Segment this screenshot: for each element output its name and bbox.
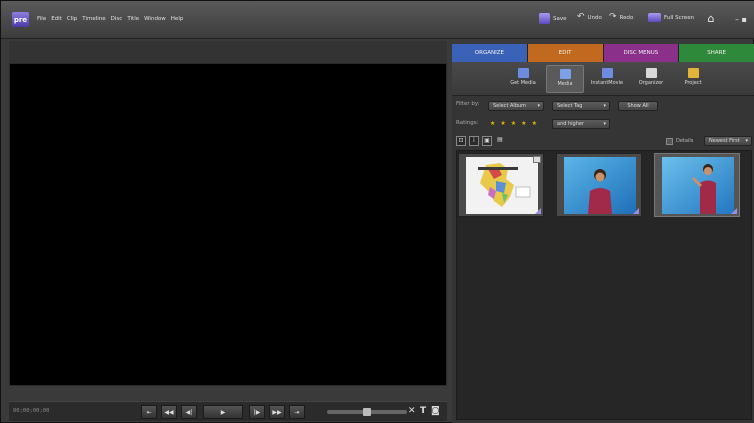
transport-controls: 00;00;00;00 ⇤ ◀◀ ◀| ▶ |▶ ▶▶ ⇥ ✕ T ◙ bbox=[9, 401, 447, 421]
view-toolbar: ⊡ i ▣ ▤ Details Newest First bbox=[452, 134, 754, 148]
play-icon[interactable]: ▶ bbox=[203, 405, 243, 419]
instant-movie-icon bbox=[601, 68, 613, 78]
details-label: Details bbox=[676, 138, 694, 144]
menu-disc[interactable]: Disc bbox=[111, 16, 123, 22]
subtab-project[interactable]: Project bbox=[674, 65, 712, 93]
menu-title[interactable]: Title bbox=[127, 16, 139, 22]
menu-timeline[interactable]: Timeline bbox=[82, 16, 105, 22]
list-view-icon[interactable]: ▤ bbox=[495, 136, 505, 146]
resize-corner-icon bbox=[633, 208, 639, 214]
menu-window[interactable]: Window bbox=[144, 16, 166, 22]
star-icon[interactable]: ★ bbox=[521, 120, 526, 127]
rating-comparison-dropdown[interactable]: and higher bbox=[552, 119, 610, 129]
save-button[interactable]: Save bbox=[539, 13, 567, 24]
go-to-next-edit-icon[interactable]: ⇥ bbox=[289, 405, 305, 419]
workspace-tabs: ORGANIZE EDIT DISC MENUS SHARE bbox=[452, 44, 754, 62]
organize-subtabs: Get Media Media InstantMovie Organizer P… bbox=[452, 62, 754, 96]
film-icon bbox=[517, 68, 529, 78]
details-checkbox[interactable] bbox=[666, 138, 673, 145]
resize-corner-icon bbox=[535, 208, 541, 214]
album-dropdown[interactable]: Select Album bbox=[488, 101, 544, 111]
star-icon[interactable]: ★ bbox=[532, 120, 537, 127]
full-screen-icon bbox=[648, 13, 661, 22]
rating-stars[interactable]: ★ ★ ★ ★ ★ bbox=[490, 120, 537, 127]
filter-by-label: Filter by: bbox=[456, 101, 480, 107]
tab-edit[interactable]: EDIT bbox=[527, 44, 604, 62]
fast-forward-icon[interactable]: ▶▶ bbox=[269, 405, 285, 419]
menu-help[interactable]: Help bbox=[171, 16, 184, 22]
freeze-frame-icon[interactable]: ◙ bbox=[431, 406, 440, 416]
thumbnail-view-icon[interactable]: ▣ bbox=[482, 136, 492, 146]
redo-icon: ↷ bbox=[609, 12, 617, 22]
star-icon[interactable]: ★ bbox=[490, 120, 495, 127]
app-window: pre File Edit Clip Timeline Disc Title W… bbox=[0, 0, 754, 423]
media-thumbnail[interactable] bbox=[458, 153, 544, 217]
sort-dropdown[interactable]: Newest First bbox=[704, 136, 752, 146]
full-screen-button[interactable]: Full Screen bbox=[648, 13, 694, 22]
tab-organize[interactable]: ORGANIZE bbox=[452, 44, 528, 62]
subtab-instant-movie[interactable]: InstantMovie bbox=[588, 65, 626, 93]
title-bar: pre File Edit Clip Timeline Disc Title W… bbox=[1, 1, 754, 39]
tab-share[interactable]: SHARE bbox=[679, 44, 754, 62]
tab-disc-menus[interactable]: DISC MENUS bbox=[603, 44, 680, 62]
menu-bar: File Edit Clip Timeline Disc Title Windo… bbox=[37, 16, 183, 22]
info-icon[interactable]: i bbox=[469, 136, 479, 146]
monitor-preview[interactable] bbox=[9, 63, 447, 386]
split-clip-icon[interactable]: ✕ bbox=[408, 406, 416, 416]
save-icon bbox=[539, 13, 550, 24]
show-all-button[interactable]: Show All bbox=[618, 101, 658, 111]
image-type-icon bbox=[533, 156, 541, 163]
menu-edit[interactable]: Edit bbox=[51, 16, 62, 22]
folder-icon bbox=[687, 68, 699, 78]
step-back-icon[interactable]: ◀| bbox=[181, 405, 197, 419]
select-all-icon[interactable]: ⊡ bbox=[456, 136, 466, 146]
title-icon[interactable]: T bbox=[420, 406, 426, 416]
subtab-media[interactable]: Media bbox=[546, 65, 584, 93]
resize-corner-icon bbox=[731, 208, 737, 214]
rewind-icon[interactable]: ◀◀ bbox=[161, 405, 177, 419]
video-thumbnail-image bbox=[662, 157, 734, 214]
tag-dropdown[interactable]: Select Tag bbox=[552, 101, 610, 111]
media-thumbnail[interactable] bbox=[556, 153, 642, 217]
shuttle-slider[interactable] bbox=[327, 408, 407, 416]
undo-button[interactable]: ↶ Undo bbox=[577, 13, 602, 22]
go-to-previous-edit-icon[interactable]: ⇤ bbox=[141, 405, 157, 419]
star-icon[interactable]: ★ bbox=[511, 120, 516, 127]
step-forward-icon[interactable]: |▶ bbox=[249, 405, 265, 419]
subtab-get-media[interactable]: Get Media bbox=[504, 65, 542, 93]
monitor-header bbox=[9, 41, 447, 63]
star-icon[interactable]: ★ bbox=[500, 120, 505, 127]
minimize-icon[interactable]: – ▪ bbox=[735, 15, 747, 24]
timecode-display: 00;00;00;00 bbox=[13, 408, 50, 414]
media-grid bbox=[456, 150, 752, 420]
organizer-icon bbox=[645, 68, 657, 78]
media-thumbnail[interactable] bbox=[654, 153, 740, 217]
ratings-label: Ratings: bbox=[456, 120, 479, 126]
redo-button[interactable]: ↷ Redo bbox=[609, 13, 633, 22]
map-thumbnail-image bbox=[466, 157, 538, 214]
video-thumbnail-image bbox=[564, 157, 636, 214]
undo-icon: ↶ bbox=[577, 12, 585, 22]
subtab-organizer[interactable]: Organizer bbox=[632, 65, 670, 93]
menu-clip[interactable]: Clip bbox=[67, 16, 77, 22]
home-icon[interactable]: ⌂ bbox=[705, 13, 717, 25]
task-panel: ORGANIZE EDIT DISC MENUS SHARE Get Media… bbox=[452, 44, 754, 423]
menu-file[interactable]: File bbox=[37, 16, 46, 22]
shuttle-knob[interactable] bbox=[363, 408, 371, 416]
premiere-elements-logo: pre bbox=[12, 12, 29, 27]
media-icon bbox=[559, 69, 571, 79]
